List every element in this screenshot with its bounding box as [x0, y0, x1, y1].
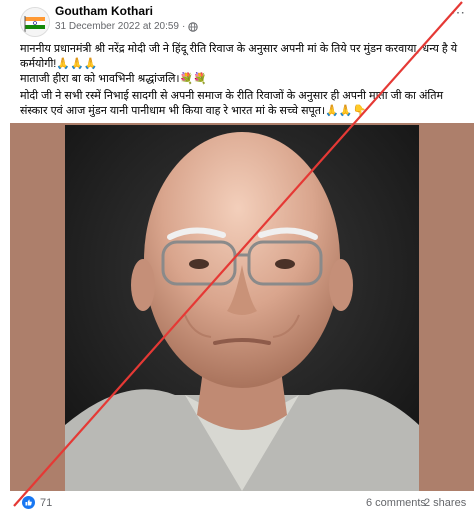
post-paragraph: माताजी हीरा बा को भावभिनी श्रद्धांजलि।💐💐 — [20, 73, 207, 85]
comments-count[interactable]: 6 comments — [366, 497, 426, 509]
like-icon[interactable] — [22, 496, 35, 509]
post-date[interactable]: 31 December 2022 at 20:59 — [55, 21, 179, 32]
post-paragraph: माननीय प्रधानमंत्री श्री नरेंद्र मोदी जी… — [20, 43, 458, 70]
reaction-count[interactable]: 71 — [40, 497, 52, 509]
flag-avatar-image — [21, 8, 49, 36]
post-header: Goutham Kothari 31 December 2022 at 20:5… — [0, 0, 474, 40]
globe-icon — [188, 21, 199, 32]
shares-count[interactable]: 2 shares — [424, 497, 466, 509]
post-text: माननीय प्रधानमंत्री श्री नरेंद्र मोदी जी… — [20, 42, 470, 119]
post-meta: 31 December 2022 at 20:59 · — [55, 21, 199, 32]
post-paragraph: मोदी जी ने सभी रस्में निभाई सादगी से अपन… — [20, 90, 444, 117]
post-photo[interactable] — [10, 123, 474, 491]
portrait-image — [65, 125, 419, 491]
avatar[interactable] — [20, 7, 50, 37]
reaction-bar: 71 6 comments 2 shares — [0, 493, 474, 513]
author-name[interactable]: Goutham Kothari — [55, 4, 153, 18]
facebook-post: Goutham Kothari 31 December 2022 at 20:5… — [0, 0, 474, 513]
more-options-icon[interactable]: ⋯ — [451, 4, 466, 21]
